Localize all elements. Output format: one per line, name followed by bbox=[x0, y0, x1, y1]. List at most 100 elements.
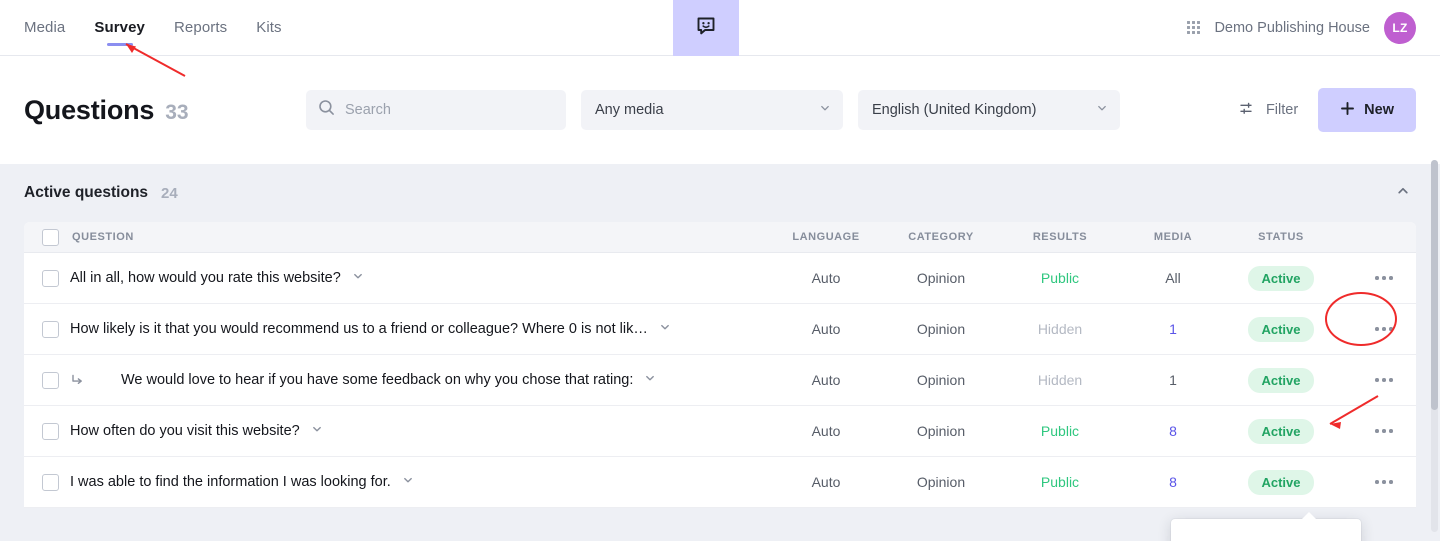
table-row[interactable]: We would love to hear if you have some f… bbox=[24, 355, 1416, 406]
row-actions-cell bbox=[1336, 361, 1416, 399]
column-header-category: CATEGORY bbox=[908, 231, 974, 243]
row-results: Public bbox=[1040, 270, 1080, 286]
row-checkbox[interactable] bbox=[42, 473, 59, 491]
top-navigation-bar: Media Survey Reports Kits Demo Publishin… bbox=[0, 0, 1440, 57]
row-status-cell: Active bbox=[1226, 469, 1336, 495]
row-media[interactable]: 1 bbox=[1120, 321, 1226, 337]
organization-name[interactable]: Demo Publishing House bbox=[1214, 20, 1370, 36]
row-actions-cell bbox=[1336, 310, 1416, 348]
row-category: Opinion bbox=[916, 321, 966, 337]
row-checkbox-cell bbox=[24, 473, 70, 491]
nav-tab-media-label: Media bbox=[24, 19, 66, 36]
chevron-down-icon[interactable] bbox=[659, 320, 671, 338]
row-media[interactable]: 8 bbox=[1120, 474, 1226, 490]
page-title-text: Questions bbox=[24, 94, 155, 125]
new-button[interactable]: New bbox=[1318, 88, 1416, 132]
row-overflow-menu-button[interactable] bbox=[1358, 259, 1410, 297]
row-actions-cell bbox=[1336, 412, 1416, 450]
page-content: Active questions 24 QUESTION LANGUAGE CA… bbox=[0, 164, 1440, 541]
column-header-status: STATUS bbox=[1258, 231, 1304, 243]
questions-table: QUESTION LANGUAGE CATEGORY RESULTS MEDIA… bbox=[24, 222, 1416, 508]
page-title: Questions 33 bbox=[24, 95, 306, 126]
grid-apps-icon[interactable] bbox=[1187, 21, 1201, 34]
feedback-widget-tab[interactable] bbox=[673, 0, 739, 57]
row-overflow-menu-button[interactable] bbox=[1358, 463, 1410, 501]
row-results: Public bbox=[1040, 474, 1080, 490]
column-header-media: MEDIA bbox=[1153, 231, 1193, 243]
chevron-down-icon[interactable] bbox=[402, 473, 414, 491]
row-category: Opinion bbox=[916, 270, 966, 286]
status-badge: Active bbox=[1248, 418, 1314, 444]
nav-tab-list: Media Survey Reports Kits bbox=[0, 0, 282, 55]
row-overflow-menu-button[interactable] bbox=[1358, 310, 1410, 348]
table-row[interactable]: All in all, how would you rate this webs… bbox=[24, 253, 1416, 304]
row-language: Auto bbox=[811, 474, 841, 490]
row-actions-cell bbox=[1336, 259, 1416, 297]
row-overflow-menu-button[interactable] bbox=[1358, 412, 1410, 450]
topbar-right-cluster: Demo Publishing House LZ bbox=[1187, 0, 1416, 55]
row-language: Auto bbox=[811, 321, 841, 337]
row-status-cell: Active bbox=[1226, 316, 1336, 342]
row-results: Public bbox=[1040, 423, 1080, 439]
select-all-checkbox[interactable] bbox=[42, 228, 59, 246]
new-button-label: New bbox=[1364, 102, 1394, 118]
row-status-cell: Active bbox=[1226, 265, 1336, 291]
section-title: Active questions bbox=[24, 184, 149, 201]
nav-tab-survey[interactable]: Survey bbox=[94, 0, 145, 55]
row-category: Opinion bbox=[916, 372, 966, 388]
nav-tab-reports-label: Reports bbox=[174, 19, 228, 36]
plus-icon bbox=[1340, 101, 1355, 120]
chat-smiley-icon bbox=[694, 14, 718, 43]
nav-tab-media[interactable]: Media bbox=[24, 0, 65, 55]
row-checkbox-cell bbox=[24, 371, 70, 389]
chevron-down-icon[interactable] bbox=[644, 371, 656, 389]
section-count: 24 bbox=[161, 184, 178, 202]
row-question-cell: How likely is it that you would recommen… bbox=[70, 320, 770, 338]
sliders-icon bbox=[1239, 100, 1256, 121]
chevron-down-icon[interactable] bbox=[311, 422, 323, 440]
table-row[interactable]: I was able to find the information I was… bbox=[24, 457, 1416, 508]
search-input[interactable] bbox=[345, 102, 554, 118]
chevron-down-icon bbox=[819, 102, 831, 118]
nav-tab-kits[interactable]: Kits bbox=[256, 0, 281, 55]
row-question-text: All in all, how would you rate this webs… bbox=[70, 270, 341, 286]
row-results: Hidden bbox=[1037, 321, 1083, 337]
row-media: All bbox=[1165, 270, 1181, 286]
row-media[interactable]: 8 bbox=[1120, 423, 1226, 439]
filter-button[interactable]: Filter bbox=[1235, 92, 1302, 129]
chevron-up-icon[interactable] bbox=[1390, 178, 1416, 209]
row-checkbox[interactable] bbox=[42, 371, 59, 389]
row-status-cell: Active bbox=[1226, 367, 1336, 393]
row-actions-cell bbox=[1336, 463, 1416, 501]
row-category: Opinion bbox=[916, 423, 966, 439]
chevron-down-icon bbox=[1096, 102, 1108, 118]
section-header-active-questions: Active questions 24 bbox=[24, 164, 1416, 222]
search-icon bbox=[318, 99, 335, 121]
chevron-down-icon[interactable] bbox=[352, 269, 364, 287]
context-menu-item-edit[interactable]: Edit bbox=[1171, 529, 1361, 541]
status-badge: Active bbox=[1248, 469, 1314, 495]
row-question-cell: I was able to find the information I was… bbox=[70, 473, 770, 491]
row-question-cell: How often do you visit this website? bbox=[70, 422, 770, 440]
search-box[interactable] bbox=[306, 90, 566, 130]
media-filter-select[interactable]: Any media bbox=[581, 90, 843, 130]
table-row[interactable]: How likely is it that you would recommen… bbox=[24, 304, 1416, 355]
nav-tab-reports[interactable]: Reports bbox=[174, 0, 227, 55]
language-filter-select[interactable]: English (United Kingdom) bbox=[858, 90, 1120, 130]
row-category: Opinion bbox=[916, 474, 966, 490]
avatar[interactable]: LZ bbox=[1384, 11, 1416, 44]
row-checkbox[interactable] bbox=[42, 422, 59, 440]
toolbar-actions: Filter New bbox=[1235, 88, 1416, 132]
row-checkbox[interactable] bbox=[42, 269, 59, 287]
nav-tab-survey-label: Survey bbox=[94, 19, 145, 36]
filter-button-label: Filter bbox=[1265, 102, 1299, 118]
row-status-cell: Active bbox=[1226, 418, 1336, 444]
row-question-cell: All in all, how would you rate this webs… bbox=[70, 269, 770, 287]
table-row[interactable]: How often do you visit this website? Aut… bbox=[24, 406, 1416, 457]
page-scrollbar-thumb[interactable] bbox=[1431, 160, 1438, 410]
page-scrollbar[interactable] bbox=[1431, 160, 1438, 532]
row-checkbox-cell bbox=[24, 269, 70, 287]
row-overflow-menu-button[interactable] bbox=[1358, 361, 1410, 399]
row-media: 1 bbox=[1169, 372, 1177, 388]
row-checkbox[interactable] bbox=[42, 320, 59, 338]
